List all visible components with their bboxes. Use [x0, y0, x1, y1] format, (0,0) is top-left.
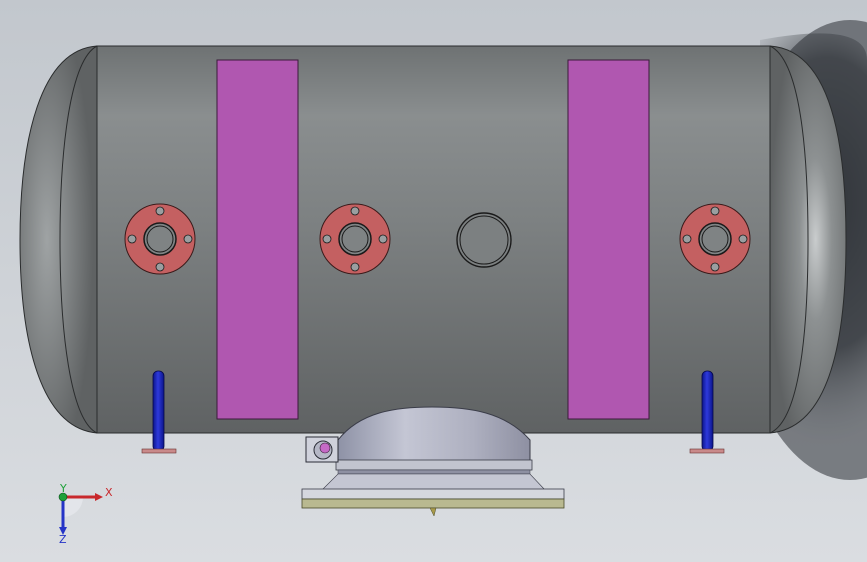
sump-ring	[335, 459, 533, 471]
nozzle-flange[interactable]	[679, 203, 751, 275]
saddle-support-left[interactable]	[216, 59, 299, 420]
model-canvas[interactable]: X Y Z	[0, 0, 867, 562]
base-plate-top	[301, 488, 565, 500]
saddle-support-right[interactable]	[567, 59, 650, 420]
y-axis-label: Y	[59, 482, 67, 495]
graphics-viewport[interactable]: X Y Z	[0, 0, 867, 562]
nozzle-flange[interactable]	[319, 203, 391, 275]
z-axis-label: Z	[59, 533, 67, 546]
manhole-opening[interactable]	[456, 212, 512, 268]
nozzle-flange[interactable]	[124, 203, 196, 275]
base-plate[interactable]	[301, 498, 565, 509]
cylinder-shell[interactable]	[96, 45, 771, 434]
side-valve-handle	[319, 442, 331, 454]
x-axis-label: X	[105, 486, 113, 499]
sump-ring-lower	[337, 469, 531, 475]
sump-flare	[321, 473, 546, 491]
pressure-vessel[interactable]	[19, 45, 847, 434]
